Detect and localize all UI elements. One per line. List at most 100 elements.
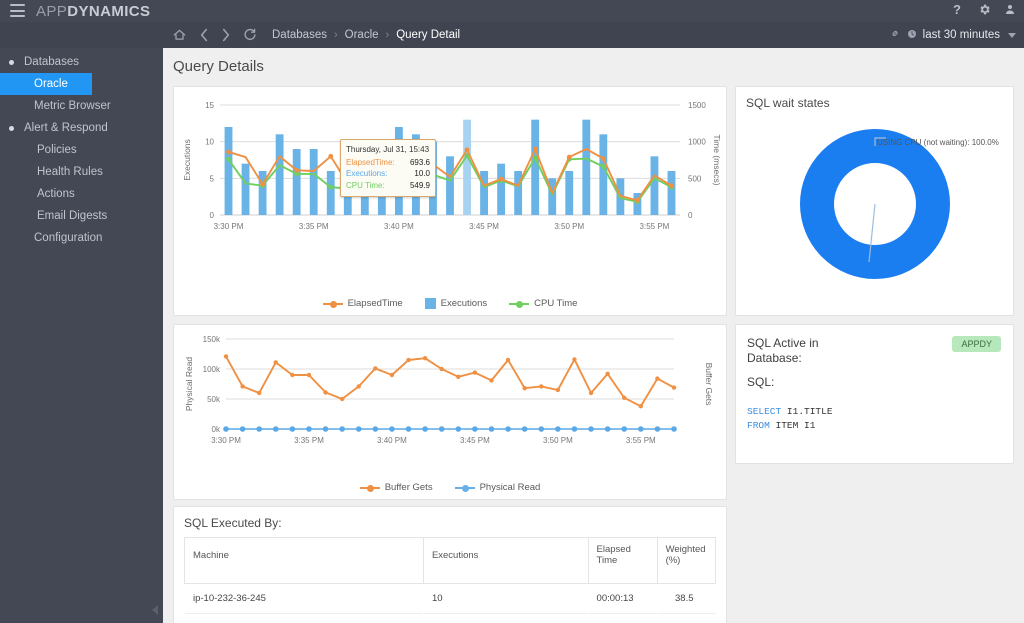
- sidebar-item-label: Actions: [37, 188, 75, 200]
- legend-item-executions[interactable]: Executions: [425, 298, 487, 309]
- link-icon[interactable]: [889, 28, 901, 42]
- tooltip-key-elapsed: ElapsedTime:: [346, 157, 395, 169]
- table-header: Machine Executions Elapsed Time Weighted…: [185, 538, 716, 584]
- chevron-down-icon[interactable]: [1008, 33, 1016, 38]
- time-range-label: last 30 minutes: [923, 29, 1000, 41]
- svg-text:Physical Read: Physical Read: [184, 357, 194, 412]
- cell-machine: ip-10-235-23-30: [185, 614, 424, 623]
- logo-suffix: DYNAMICS: [67, 3, 150, 20]
- legend-label: ElapsedTime: [348, 298, 403, 309]
- column-header-machine[interactable]: Machine: [185, 538, 424, 584]
- top-bar: APPDYNAMICS ?: [0, 0, 1024, 22]
- legend-label: Executions: [441, 298, 487, 309]
- sidebar-item-label: Oracle: [34, 78, 68, 90]
- refresh-icon[interactable]: [243, 28, 257, 42]
- legend-label: CPU Time: [534, 298, 577, 309]
- svg-text:5: 5: [210, 174, 215, 183]
- gear-icon[interactable]: [978, 3, 991, 16]
- tooltip-row-elapsed: ElapsedTime: 693.6: [346, 157, 430, 169]
- table-row[interactable]: ip-10-235-23-30 16 00:00:25 61.5: [185, 614, 716, 623]
- executions-chart[interactable]: 0510150500100015003:30 PM3:35 PM3:40 PM3…: [174, 87, 726, 315]
- legend-label: Physical Read: [480, 482, 541, 493]
- question-mark-icon[interactable]: ?: [952, 2, 965, 16]
- breadcrumb-item-oracle[interactable]: Oracle: [345, 29, 379, 41]
- svg-text:3:30 PM: 3:30 PM: [214, 222, 244, 231]
- tooltip-value-elapsed: 693.6: [410, 157, 430, 169]
- sql-active-title-line1: SQL Active in: [747, 336, 819, 351]
- sidebar-item-metric-browser[interactable]: Metric Browser: [0, 95, 163, 117]
- chevron-right-icon[interactable]: [221, 28, 231, 42]
- physical-read-chart[interactable]: 0k50k100k150k3:30 PM3:35 PM3:40 PM3:45 P…: [174, 325, 726, 499]
- sql-line: FROM ITEM I1: [747, 419, 1002, 433]
- sidebar-item-label: Configuration: [34, 232, 102, 244]
- sql-executed-by-table: Machine Executions Elapsed Time Weighted…: [184, 537, 716, 623]
- app-root: APPDYNAMICS ?: [0, 0, 1024, 623]
- sidebar-item-alert-and-respond[interactable]: Alert & Respond: [0, 117, 163, 139]
- svg-text:3:40 PM: 3:40 PM: [384, 222, 414, 231]
- home-icon[interactable]: [172, 28, 187, 42]
- cell-weighted: 38.5: [657, 584, 715, 614]
- app-logo: APPDYNAMICS: [36, 3, 150, 20]
- legend-marker-square-icon: [425, 298, 436, 309]
- svg-text:3:35 PM: 3:35 PM: [294, 436, 324, 445]
- bullet-icon: [9, 126, 14, 131]
- donut-slice-label: USING CPU (not waiting): 100.0%: [877, 138, 999, 147]
- svg-text:3:40 PM: 3:40 PM: [377, 436, 407, 445]
- breadcrumb: Databases › Oracle › Query Detail: [272, 22, 460, 48]
- legend-label: Buffer Gets: [385, 482, 433, 493]
- svg-text:3:45 PM: 3:45 PM: [460, 436, 490, 445]
- svg-text:3:55 PM: 3:55 PM: [640, 222, 670, 231]
- sql-keyword: FROM: [747, 420, 770, 431]
- tooltip-row-cpu: CPU Time: 549.9: [346, 180, 430, 192]
- nav-icons: [172, 22, 257, 48]
- column-header-elapsed-time[interactable]: Elapsed Time: [588, 538, 657, 584]
- table-row[interactable]: ip-10-232-36-245 10 00:00:13 38.5: [185, 584, 716, 614]
- legend-marker-line-icon: [455, 483, 475, 492]
- svg-text:3:55 PM: 3:55 PM: [626, 436, 656, 445]
- sql-active-title: SQL Active in Database:: [747, 336, 819, 366]
- svg-text:100k: 100k: [203, 365, 221, 374]
- sidebar-item-configuration[interactable]: Configuration: [0, 227, 163, 249]
- tooltip-row-executions: Executions: 10.0: [346, 168, 430, 180]
- sidebar-item-actions[interactable]: Actions: [0, 183, 163, 205]
- legend-item-buffer-gets[interactable]: Buffer Gets: [360, 482, 433, 493]
- svg-text:Time (msecs): Time (msecs): [712, 134, 722, 185]
- svg-text:15: 15: [205, 101, 214, 110]
- sql-keyword: SELECT: [747, 406, 781, 417]
- legend-item-elapsedtime[interactable]: ElapsedTime: [323, 298, 403, 309]
- sidebar-item-databases[interactable]: Databases: [0, 51, 163, 73]
- sidebar-item-label: Health Rules: [37, 166, 103, 178]
- executions-chart-svg: 0510150500100015003:30 PM3:35 PM3:40 PM3…: [174, 87, 726, 287]
- column-header-executions[interactable]: Executions: [423, 538, 588, 584]
- legend-marker-line-icon: [509, 299, 529, 308]
- sidebar-item-email-digests[interactable]: Email Digests: [0, 205, 163, 227]
- legend-marker-line-icon: [323, 299, 343, 308]
- svg-text:3:35 PM: 3:35 PM: [299, 222, 329, 231]
- legend-item-cpu-time[interactable]: CPU Time: [509, 298, 577, 309]
- tooltip-key-cpu: CPU Time:: [346, 180, 385, 192]
- sql-executed-by-title: SQL Executed By:: [184, 516, 716, 530]
- hamburger-menu-icon[interactable]: [10, 4, 25, 17]
- svg-text:10: 10: [205, 138, 214, 147]
- collapse-left-icon[interactable]: [152, 605, 158, 615]
- time-range-picker[interactable]: last 30 minutes: [889, 22, 1016, 48]
- column-header-weighted[interactable]: Weighted (%): [657, 538, 715, 584]
- svg-text:0: 0: [688, 211, 693, 220]
- chevron-left-icon[interactable]: [199, 28, 209, 42]
- executions-chart-panel: 0510150500100015003:30 PM3:35 PM3:40 PM3…: [173, 86, 727, 316]
- sidebar-item-oracle[interactable]: Oracle: [0, 73, 92, 95]
- sql-wait-states-panel: SQL wait states USING CPU (not waiting):…: [735, 86, 1014, 316]
- executions-chart-legend: ElapsedTime Executions CPU Time: [174, 298, 726, 309]
- svg-text:3:45 PM: 3:45 PM: [469, 222, 499, 231]
- sidebar-item-health-rules[interactable]: Health Rules: [0, 161, 163, 183]
- cell-executions: 16: [423, 614, 588, 623]
- breadcrumb-item-databases[interactable]: Databases: [272, 29, 327, 41]
- sidebar-item-policies[interactable]: Policies: [0, 139, 163, 161]
- legend-item-physical-read[interactable]: Physical Read: [455, 482, 541, 493]
- donut-chart[interactable]: USING CPU (not waiting): 100.0%: [736, 110, 1013, 300]
- user-icon[interactable]: [1004, 3, 1016, 16]
- sql-active-title-line2: Database:: [747, 351, 819, 366]
- table-header-row: Machine Executions Elapsed Time Weighted…: [185, 538, 716, 584]
- legend-marker-line-icon: [360, 483, 380, 492]
- page-title: Query Details: [163, 48, 1024, 83]
